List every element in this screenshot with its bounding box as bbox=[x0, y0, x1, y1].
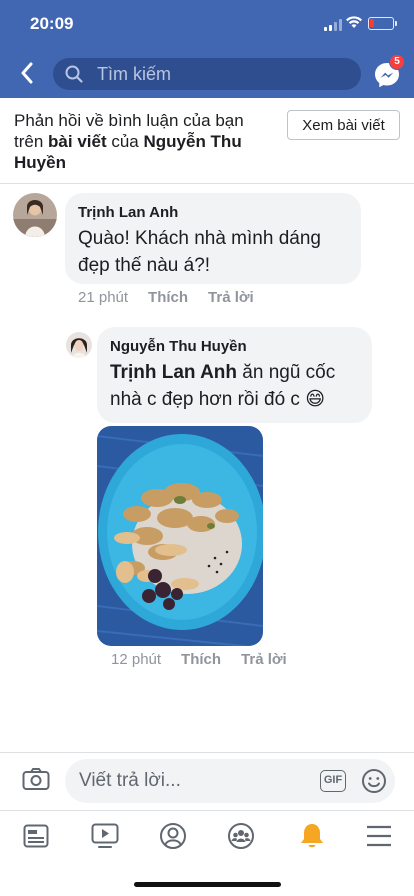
comment-author[interactable]: Trịnh Lan Anh bbox=[78, 204, 178, 221]
reply-text: Trịnh Lan Anh ăn ngũ cốc nhà c đẹp hơn r… bbox=[110, 359, 365, 413]
search-icon bbox=[65, 65, 83, 83]
messenger-badge: 5 bbox=[389, 54, 405, 70]
watch-icon bbox=[91, 823, 119, 848]
context-text: Phản hồi về bình luận của bạn trên bài v… bbox=[14, 110, 276, 173]
reply-meta: 12 phút Thích Trả lời bbox=[111, 651, 287, 668]
signal-icon bbox=[324, 19, 343, 31]
sticker-icon[interactable] bbox=[361, 768, 387, 794]
tab-watch[interactable] bbox=[90, 821, 120, 851]
comment-reply-button[interactable]: Trả lời bbox=[208, 289, 254, 306]
avatar-commenter[interactable] bbox=[13, 193, 57, 237]
search-box[interactable] bbox=[53, 58, 361, 90]
chevron-left-icon bbox=[21, 62, 33, 84]
comment-time: 21 phút bbox=[78, 289, 129, 306]
tab-menu[interactable] bbox=[364, 821, 394, 851]
nav-bar: 5 bbox=[0, 48, 414, 98]
reply-author[interactable]: Nguyễn Thu Huyền bbox=[110, 338, 247, 355]
reply-input[interactable] bbox=[79, 759, 309, 803]
tab-bar bbox=[0, 810, 414, 860]
gif-button[interactable]: GIF bbox=[320, 770, 346, 792]
tab-notifications[interactable] bbox=[297, 821, 327, 851]
reply-mention[interactable]: Trịnh Lan Anh bbox=[110, 362, 237, 383]
reply-box[interactable]: GIF bbox=[65, 759, 395, 803]
news-feed-icon bbox=[23, 824, 49, 848]
status-bar: 20:09 bbox=[0, 0, 414, 48]
comment-text: Quào! Khách nhà mình dáng đẹp thế nàu á?… bbox=[78, 228, 321, 276]
status-time: 20:09 bbox=[30, 14, 74, 33]
back-button[interactable] bbox=[14, 58, 40, 88]
context-middle: của bbox=[106, 132, 144, 151]
tab-news-feed[interactable] bbox=[21, 821, 51, 851]
reply-like-button[interactable]: Thích bbox=[181, 651, 221, 668]
bell-icon bbox=[301, 824, 323, 848]
reply-photo[interactable] bbox=[97, 426, 263, 646]
post-link[interactable]: bài viết bbox=[48, 132, 107, 151]
reply-bubble[interactable]: Nguyễn Thu Huyền Trịnh Lan Anh ăn ngũ cố… bbox=[97, 327, 372, 423]
search-input[interactable] bbox=[97, 58, 347, 90]
comment-meta: 21 phút Thích Trả lời bbox=[78, 289, 254, 306]
tab-profile[interactable] bbox=[158, 821, 188, 851]
reply-composer: GIF bbox=[0, 752, 414, 810]
context-banner: Phản hồi về bình luận của bạn trên bài v… bbox=[0, 98, 414, 184]
profile-icon bbox=[160, 823, 186, 849]
battery-icon bbox=[368, 17, 397, 30]
comment-bubble[interactable]: Trịnh Lan Anh Quào! Khách nhà mình dáng … bbox=[65, 193, 361, 284]
avatar-replier[interactable] bbox=[66, 332, 92, 358]
top-header: 20:09 5 bbox=[0, 0, 414, 98]
groups-icon bbox=[228, 823, 254, 849]
menu-icon bbox=[367, 825, 391, 847]
tab-groups[interactable] bbox=[226, 821, 256, 851]
camera-icon[interactable] bbox=[22, 767, 50, 791]
view-post-button[interactable]: Xem bài viết bbox=[287, 110, 400, 140]
home-indicator bbox=[134, 882, 281, 887]
reply-reply-button[interactable]: Trả lời bbox=[241, 651, 287, 668]
wifi-icon bbox=[346, 16, 362, 28]
comment-like-button[interactable]: Thích bbox=[148, 289, 188, 306]
reply-time: 12 phút bbox=[111, 651, 162, 668]
